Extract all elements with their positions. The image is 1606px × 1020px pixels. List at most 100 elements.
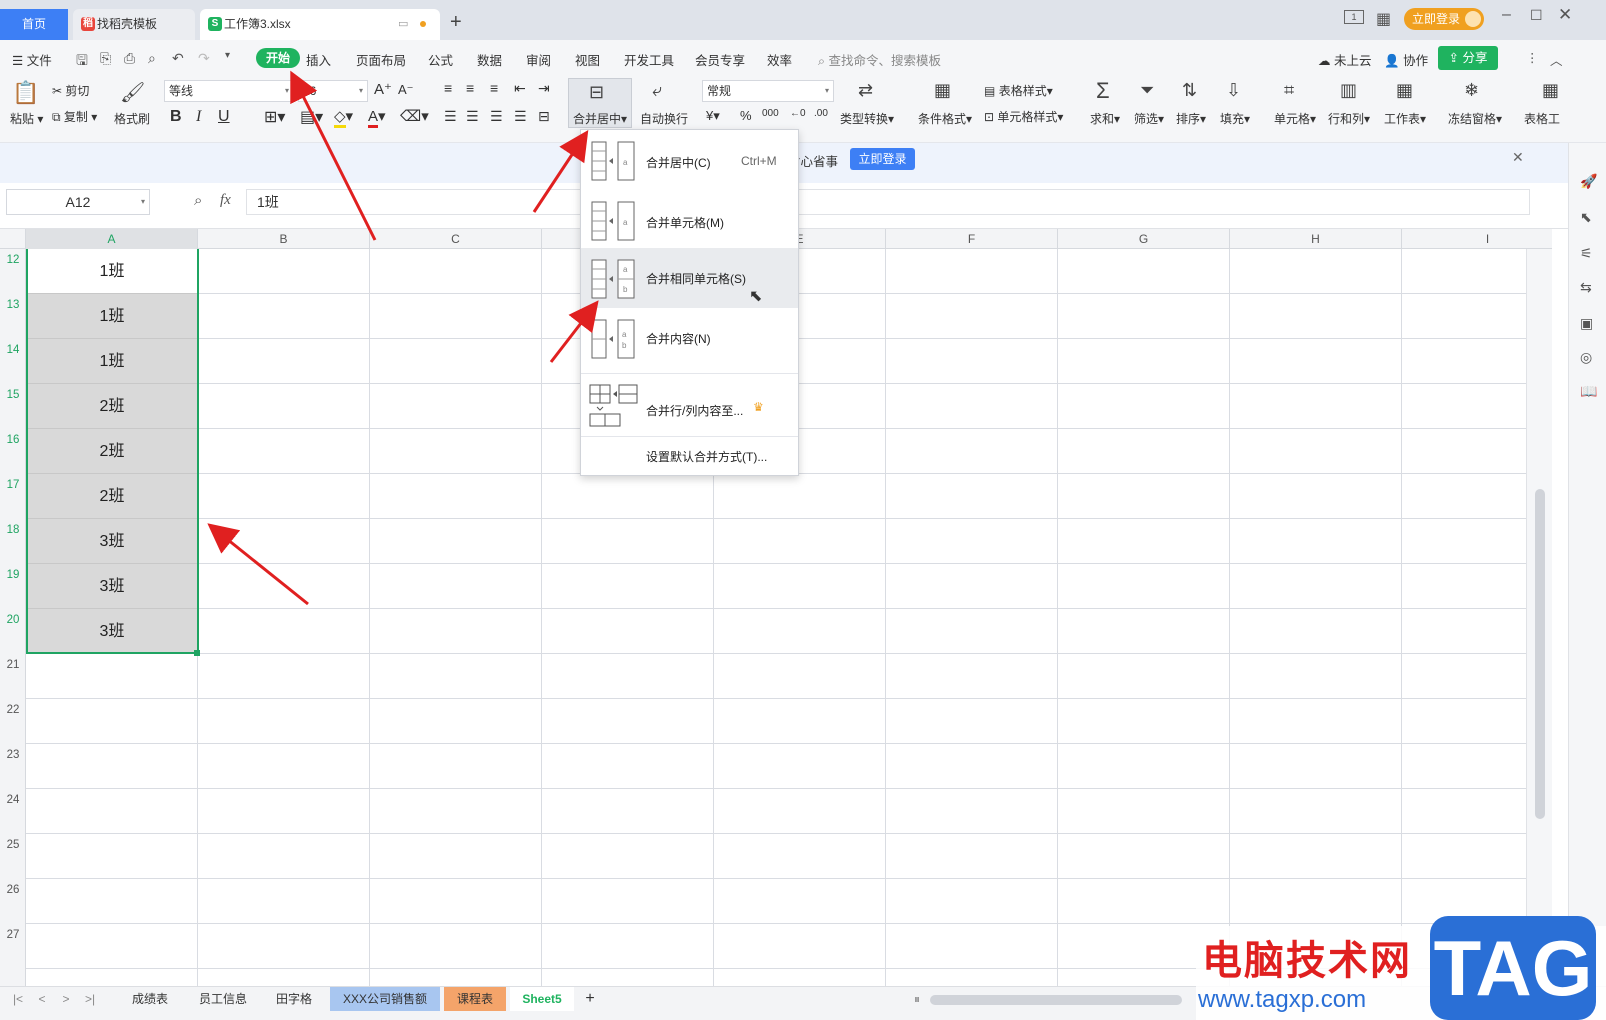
row-header-15[interactable]: 15: [0, 389, 26, 401]
border-icon[interactable]: ⊞▾: [264, 107, 285, 127]
percent-icon[interactable]: %: [740, 108, 752, 123]
print-preview-icon[interactable]: ⌕: [148, 50, 156, 67]
bold-icon[interactable]: B: [170, 108, 182, 126]
align-bottom-icon[interactable]: ≡: [490, 80, 498, 96]
eraser-icon[interactable]: ⌫▾: [400, 107, 429, 125]
tab-docer-templates[interactable]: 稻 找稻壳模板: [73, 9, 195, 40]
reading-mode-icon[interactable]: 1: [1344, 10, 1364, 24]
print-icon[interactable]: ⎙: [124, 50, 135, 67]
row-header-17[interactable]: 17: [0, 479, 26, 491]
paste-icon[interactable]: 📋: [12, 80, 39, 106]
table-tools-icon[interactable]: ▦: [1542, 80, 1559, 101]
row-header-16[interactable]: 16: [0, 434, 26, 446]
fx-icon[interactable]: fx: [220, 192, 231, 209]
cut-button[interactable]: ✂ 剪切: [52, 82, 89, 99]
sheet-tab-employees[interactable]: 员工信息: [188, 987, 258, 1011]
sheet-tab-tianzige[interactable]: 田字格: [264, 987, 324, 1011]
file-menu[interactable]: ☰ 文件: [12, 50, 52, 69]
row-header-24[interactable]: 24: [0, 794, 26, 806]
first-sheet-icon[interactable]: |<: [10, 987, 26, 1011]
row-header-26[interactable]: 26: [0, 884, 26, 896]
cell-button[interactable]: 单元格▾: [1274, 110, 1316, 127]
row-header-27[interactable]: 27: [0, 929, 26, 941]
menu-view[interactable]: 视图: [575, 50, 600, 69]
sort-icon[interactable]: ⇅: [1182, 80, 1197, 101]
menu-item-merge-row-col[interactable]: 合并行/列内容至... ♛: [581, 376, 798, 442]
zoom-icon[interactable]: ⌕: [194, 192, 202, 209]
table-style-button[interactable]: ▤ 表格样式▾: [984, 82, 1053, 99]
underline-icon[interactable]: U: [218, 108, 230, 126]
freeze-icon[interactable]: ❄: [1464, 80, 1479, 101]
cell-icon[interactable]: ⌗: [1284, 80, 1294, 101]
save-icon[interactable]: 🖫: [76, 50, 88, 74]
menu-item-set-default[interactable]: 设置默认合并方式(T)...: [646, 448, 767, 465]
fill-handle[interactable]: [194, 650, 200, 656]
row-header-18[interactable]: 18: [0, 524, 26, 536]
transform-icon[interactable]: ⇆: [1580, 279, 1592, 296]
italic-icon[interactable]: I: [196, 108, 201, 126]
filter-button[interactable]: 筛选▾: [1134, 110, 1164, 127]
worksheet-button[interactable]: 工作表▾: [1384, 110, 1426, 127]
menu-item-merge-content[interactable]: ab 合并内容(N): [581, 308, 798, 368]
vertical-scroll-thumb[interactable]: [1535, 489, 1545, 819]
wrap-text-button[interactable]: 自动换行: [640, 110, 688, 127]
row-header-13[interactable]: 13: [0, 299, 26, 311]
scroll-split-handle[interactable]: ⏸: [914, 992, 920, 1007]
row-col-icon[interactable]: ▥: [1340, 80, 1357, 101]
column-header-f[interactable]: F: [886, 229, 1058, 249]
menu-page-layout[interactable]: 页面布局: [356, 50, 406, 69]
login-button[interactable]: 立即登录: [1404, 8, 1484, 30]
decimal-decrease-icon[interactable]: .00: [814, 108, 828, 119]
align-right-icon[interactable]: ☰: [490, 108, 503, 125]
row-header-25[interactable]: 25: [0, 839, 26, 851]
banner-login-button[interactable]: 立即登录: [850, 148, 915, 170]
type-convert-button[interactable]: 类型转换▾: [840, 110, 894, 127]
menu-item-merge-center[interactable]: a 合并居中(C) Ctrl+M: [581, 130, 798, 190]
menu-start[interactable]: 开始: [256, 48, 300, 68]
wrap-text-icon[interactable]: ⤶: [652, 80, 662, 101]
vertical-scrollbar[interactable]: [1526, 249, 1552, 986]
font-size-select[interactable]: 16 ▾: [298, 80, 368, 102]
fill-down-icon[interactable]: ⇩: [1226, 80, 1241, 101]
column-header-b[interactable]: B: [198, 229, 370, 249]
minimize-button[interactable]: –: [1502, 6, 1511, 24]
cloud-status[interactable]: ☁ 未上云: [1318, 50, 1372, 69]
menu-item-merge-cells[interactable]: a 合并单元格(M): [581, 190, 798, 250]
shading-icon[interactable]: ▤▾: [300, 107, 323, 127]
menu-data[interactable]: 数据: [477, 50, 502, 69]
image-icon[interactable]: ▣: [1580, 315, 1593, 332]
column-header-i[interactable]: I: [1402, 229, 1574, 249]
formula-input[interactable]: 1班: [246, 189, 1530, 215]
banner-close-icon[interactable]: ✕: [1512, 149, 1524, 166]
close-window-button[interactable]: ✕: [1558, 5, 1572, 25]
align-center-icon[interactable]: ☰: [466, 108, 479, 125]
menu-developer[interactable]: 开发工具: [624, 50, 674, 69]
column-header-g[interactable]: G: [1058, 229, 1230, 249]
row-header-19[interactable]: 19: [0, 569, 26, 581]
column-header-a[interactable]: A: [26, 229, 198, 249]
align-left-icon[interactable]: ☰: [444, 108, 457, 125]
sheet-tab-sheet5[interactable]: Sheet5: [510, 987, 574, 1011]
new-tab-button[interactable]: +: [450, 11, 462, 34]
conditional-format-icon[interactable]: ▦: [934, 80, 951, 101]
share-button[interactable]: ⇪ 分享: [1438, 46, 1498, 70]
font-grow-icon[interactable]: A⁺: [374, 80, 392, 98]
row-header-23[interactable]: 23: [0, 749, 26, 761]
number-format-select[interactable]: 常规 ▾: [702, 80, 834, 102]
maximize-button[interactable]: ☐: [1530, 7, 1543, 24]
copy-button[interactable]: ⧉ 复制 ▾: [52, 108, 97, 125]
align-middle-icon[interactable]: ≡: [466, 80, 474, 96]
command-search[interactable]: ⌕ 查找命令、搜索模板: [818, 50, 941, 69]
rocket-icon[interactable]: 🚀: [1580, 173, 1597, 190]
tab-workbook[interactable]: S 工作簿3.xlsx ▭: [200, 9, 440, 40]
sum-button[interactable]: 求和▾: [1090, 110, 1120, 127]
brush-icon[interactable]: 🖌: [120, 80, 145, 105]
fill-button[interactable]: 填充▾: [1220, 110, 1250, 127]
row-header-20[interactable]: 20: [0, 614, 26, 626]
fill-color-icon[interactable]: ◇▾: [334, 107, 353, 128]
row-header-14[interactable]: 14: [0, 344, 26, 356]
menu-insert[interactable]: 插入: [306, 50, 331, 69]
font-name-select[interactable]: 等线 ▾: [164, 80, 294, 102]
decimal-increase-icon[interactable]: ←0: [790, 108, 806, 119]
font-color-icon[interactable]: A▾: [368, 107, 386, 128]
